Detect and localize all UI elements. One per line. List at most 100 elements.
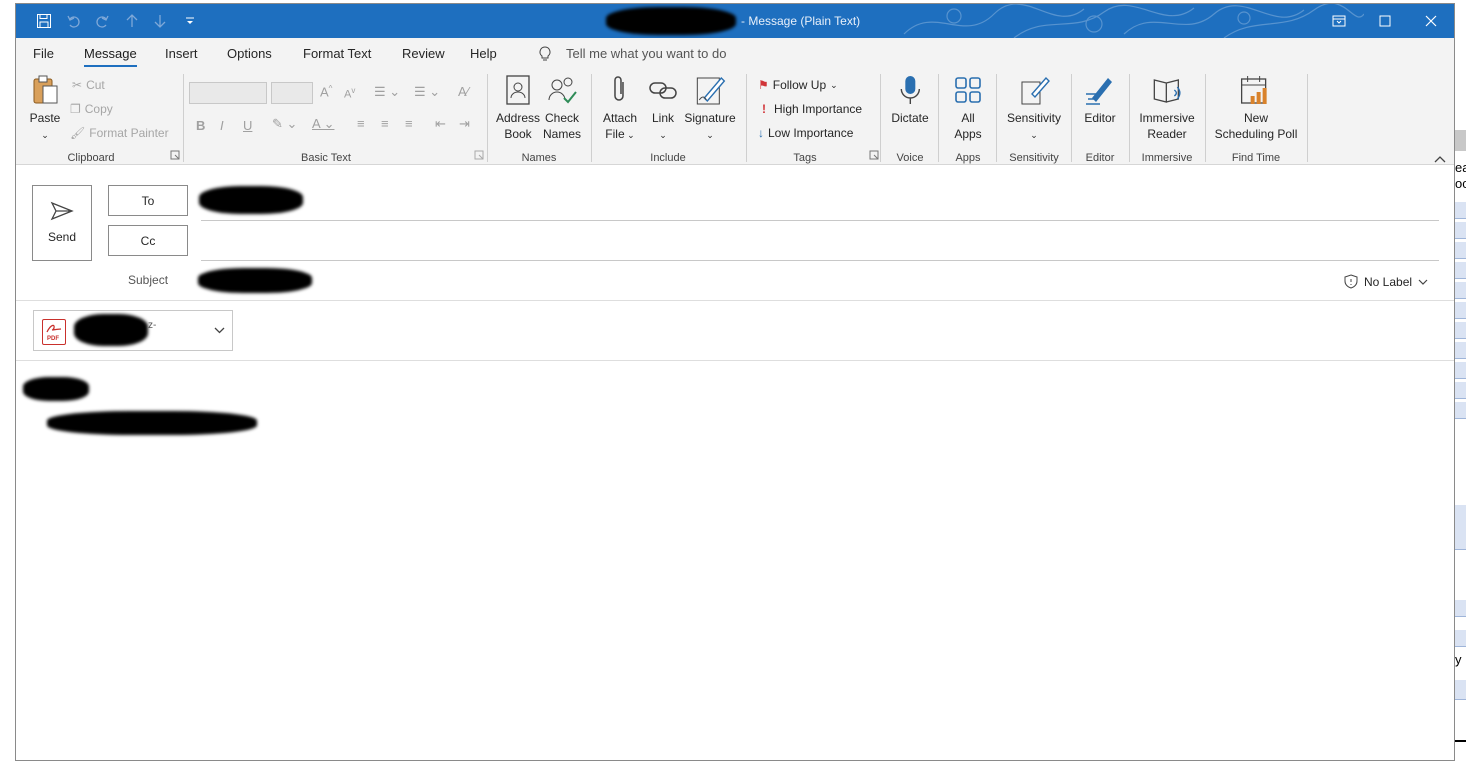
bg-row [1455,630,1466,647]
close-icon[interactable] [1408,4,1454,38]
italic-button[interactable]: I [220,118,224,133]
format-painter-button[interactable]: 🖌 Format Painter [70,126,169,140]
sensitivity-label-button[interactable]: No Label [1344,274,1428,289]
shrink-font-icon[interactable]: Av [344,86,355,101]
immersive-group-label: Immersive [1141,152,1193,164]
apps-grid-icon [955,77,981,103]
attachment-chip[interactable]: PDF z- [33,310,233,351]
copy-button[interactable]: ❐ Copy [70,102,113,116]
tab-file[interactable]: File [33,46,54,61]
tags-launcher-icon[interactable] [869,150,879,160]
to-label: To [141,193,155,208]
scheduling-poll-label-2: Scheduling Poll [1214,127,1298,141]
grow-font-icon[interactable]: A^ [320,84,332,99]
separator [1205,74,1206,162]
up-arrow-icon[interactable] [122,12,142,30]
send-button[interactable]: Send [32,185,92,261]
tab-message[interactable]: Message [84,46,137,67]
maximize-icon[interactable] [1362,4,1408,38]
high-importance-button[interactable]: ! High Importance [762,102,862,116]
basic-text-launcher-icon[interactable] [474,150,484,160]
to-button[interactable]: To [108,185,188,216]
clipboard-launcher-icon[interactable] [170,150,180,160]
redacted-sender [606,7,736,35]
attach-file-button[interactable]: Attach File ⌄ [603,74,637,143]
tell-me-search[interactable]: Tell me what you want to do [566,46,726,61]
message-body[interactable] [16,361,1454,760]
signature-button[interactable]: Signature ⌄ [684,74,736,143]
paste-button[interactable]: Paste ⌄ [29,74,61,143]
tab-format-text[interactable]: Format Text [303,46,371,61]
include-group-label: Include [650,152,686,164]
cc-button[interactable]: Cc [108,225,188,256]
down-arrow-icon[interactable] [150,12,170,30]
align-center-icon[interactable]: ≡ [381,116,389,131]
sensitivity-group-label: Sensitivity [1009,152,1059,164]
numbering-icon[interactable]: ☰ ⌄ [414,84,440,100]
header-divider [16,300,1454,301]
basic-text-group-label: Basic Text [301,152,351,164]
collapse-ribbon-icon[interactable] [1434,152,1446,166]
tab-help[interactable]: Help [470,46,497,61]
decrease-indent-icon[interactable]: ⇤ [435,116,446,132]
follow-up-button[interactable]: ⚑ Follow Up ⌄ [758,78,838,92]
ribbon-tabs: File Message Insert Options Format Text … [16,38,1454,68]
increase-indent-icon[interactable]: ⇥ [459,116,470,132]
tab-options[interactable]: Options [227,46,272,61]
address-book-icon [506,75,530,105]
window-title: - Message (Plain Text) [741,14,861,28]
font-size-combo[interactable] [271,82,313,104]
separator [996,74,997,162]
signature-icon [696,76,725,105]
dictate-button[interactable]: Dictate [891,74,929,126]
all-apps-button[interactable]: All Apps [952,74,984,142]
lightbulb-icon [538,46,552,65]
link-icon [649,82,677,99]
bg-row [1455,242,1466,259]
address-book-button[interactable]: Address Book [496,74,540,142]
redo-icon[interactable] [92,12,112,30]
undo-icon[interactable] [64,12,84,30]
separator [487,74,488,162]
chevron-down-icon: ⌄ [41,130,49,140]
immersive-reader-label-2: Reader [1147,127,1187,141]
chevron-down-icon[interactable] [214,327,225,334]
cut-button[interactable]: ✂ Cut [72,78,105,92]
chevron-down-icon: ⌄ [830,79,838,90]
bg-row [1455,322,1466,339]
down-arrow-icon: ↓ [758,126,764,140]
separator [591,74,592,162]
highlight-icon[interactable]: ✎ ⌄ [272,116,297,132]
save-icon[interactable] [34,12,54,30]
check-names-button[interactable]: Check Names [543,74,581,142]
follow-up-label: Follow Up [772,78,827,92]
clear-formatting-icon[interactable]: A⁄ [458,84,469,99]
ribbon-display-options-icon[interactable] [1316,4,1362,38]
align-left-icon[interactable]: ≡ [357,116,365,131]
bullets-icon[interactable]: ☰ ⌄ [374,84,400,100]
tab-insert[interactable]: Insert [165,46,198,61]
font-color-icon[interactable]: A ⌄ [312,116,334,132]
low-importance-button[interactable]: ↓ Low Importance [758,126,853,140]
align-right-icon[interactable]: ≡ [405,116,413,131]
copy-icon: ❐ [70,102,81,116]
customize-toolbar-icon[interactable] [180,12,200,30]
low-importance-label: Low Importance [768,126,854,140]
link-button[interactable]: Link ⌄ [647,74,679,143]
immersive-reader-button[interactable]: Immersive Reader [1139,74,1195,142]
apps-group-label: Apps [955,152,981,164]
bg-row [1455,382,1466,399]
bold-button[interactable]: B [196,118,205,133]
dictate-label: Dictate [891,111,929,125]
no-label-text: No Label [1364,274,1413,289]
new-scheduling-poll-button[interactable]: New Scheduling Poll [1214,74,1298,142]
paste-label: Paste [29,111,61,125]
screen: ea oc y - Message (Plain Text) File Mess… [0,0,1466,766]
font-name-combo[interactable] [189,82,267,104]
tab-review[interactable]: Review [402,46,445,61]
editor-button[interactable]: Editor [1084,74,1116,126]
underline-button[interactable]: U [243,118,252,133]
separator [1307,74,1308,162]
shield-icon [1344,274,1358,289]
sensitivity-button[interactable]: Sensitivity ⌄ [1007,74,1061,143]
